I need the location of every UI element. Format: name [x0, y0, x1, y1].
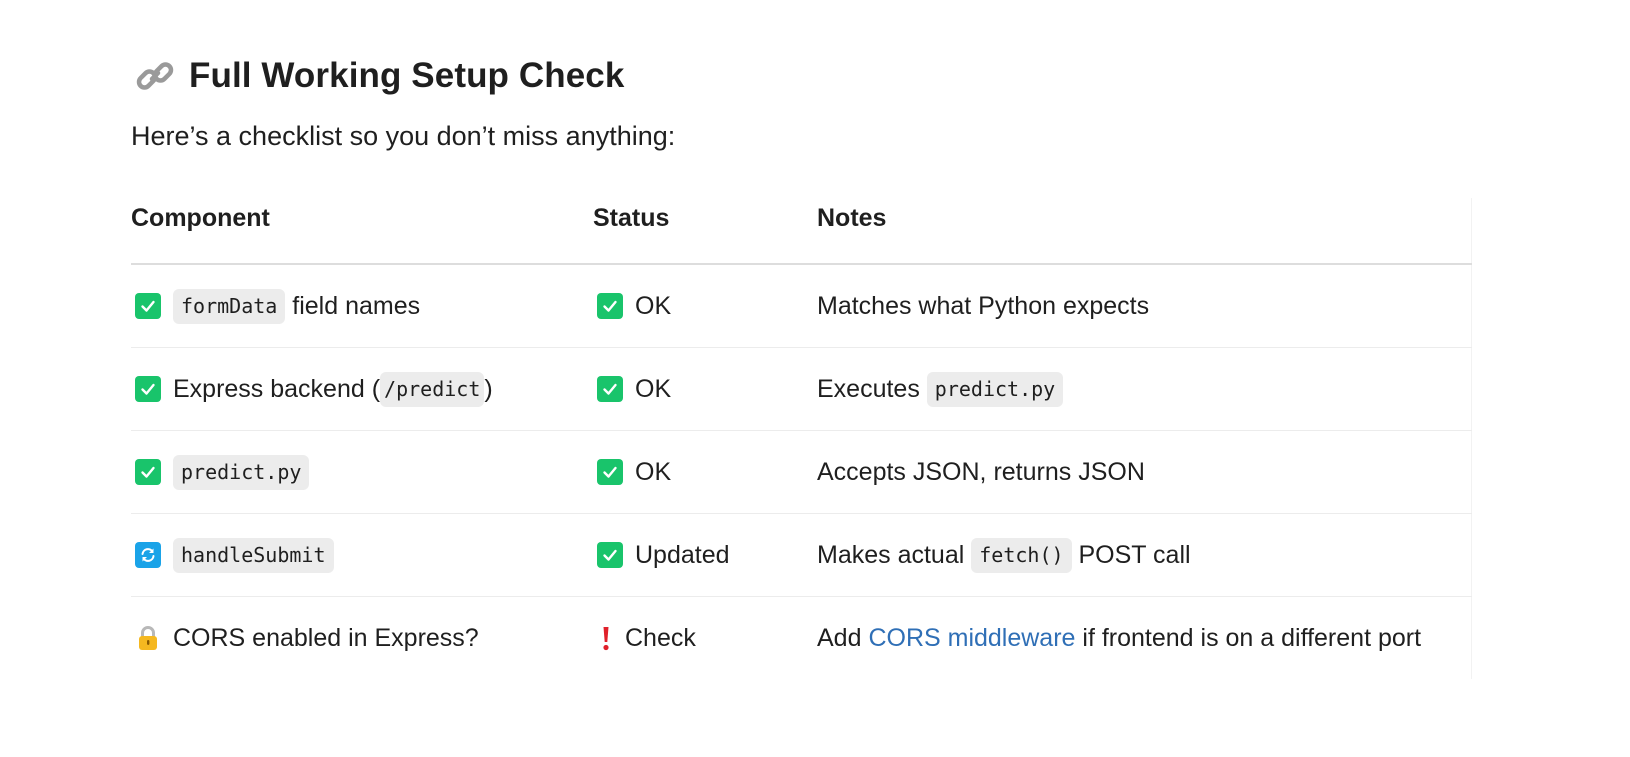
component-cell: CORS enabled in Express?: [131, 597, 593, 680]
code-snippet: handleSubmit: [173, 537, 334, 573]
notes-cell: Makes actual fetch() POST call: [817, 513, 1472, 597]
component-cell: handleSubmit: [131, 513, 593, 597]
status-text: OK: [635, 374, 672, 403]
checklist-table: Component Status Notes formData field na…: [131, 198, 1472, 679]
intro-text: Here’s a checklist so you don’t miss any…: [131, 121, 676, 151]
status-text: OK: [635, 457, 672, 486]
code-snippet: /predict: [380, 371, 485, 407]
status-cell: OK: [593, 264, 817, 348]
status-cell: Check: [593, 597, 817, 680]
table-header-row: Component Status Notes: [131, 198, 1472, 265]
check-icon: [597, 293, 623, 319]
exclamation-icon: [599, 625, 613, 651]
status-text: Updated: [635, 540, 730, 569]
component-text: Express backend (: [173, 374, 381, 403]
notes-text-suffix: POST call: [1071, 540, 1191, 569]
notes-text: Accepts JSON, returns JSON: [817, 457, 1145, 486]
link-icon: [135, 56, 175, 96]
check-icon: [135, 459, 161, 485]
code-snippet: fetch(): [971, 537, 1072, 573]
status-cell: OK: [593, 347, 817, 431]
check-icon: [135, 376, 161, 402]
status-text: OK: [635, 291, 672, 320]
notes-text-suffix: if frontend is on a different port: [1075, 623, 1422, 652]
check-icon: [597, 459, 623, 485]
status-cell: OK: [593, 430, 817, 514]
code-snippet: formData: [173, 288, 286, 324]
table-row: handleSubmit Updated Makes actual fetch(…: [131, 513, 1472, 597]
notes-text: Makes actual: [817, 540, 972, 569]
page-title: Full Working Setup Check: [189, 56, 625, 95]
table-row: predict.py OK Accepts JSON, returns JSON: [131, 430, 1472, 514]
lock-icon: [135, 625, 161, 651]
notes-text: Matches what Python expects: [817, 291, 1150, 320]
check-icon: [597, 542, 623, 568]
component-text-suffix: ): [484, 374, 493, 403]
message-content: Full Working Setup Check Here’s a checkl…: [131, 48, 1472, 679]
notes-cell: Add CORS middleware if frontend is on a …: [817, 596, 1472, 679]
check-icon: [135, 293, 161, 319]
table-row: CORS enabled in Express? Check Add CORS …: [131, 596, 1472, 680]
status-text: Check: [625, 623, 696, 652]
notes-text: Add: [817, 623, 869, 652]
column-header-notes: Notes: [817, 198, 1472, 265]
table-row: Express backend ( /predict ) OK Executes…: [131, 347, 1472, 431]
column-header-status: Status: [593, 198, 817, 265]
notes-cell: Accepts JSON, returns JSON: [817, 430, 1472, 514]
component-text: field names: [285, 291, 421, 320]
component-text: CORS enabled in Express?: [173, 623, 479, 652]
refresh-icon: [135, 542, 161, 568]
code-snippet: predict.py: [926, 371, 1064, 407]
table-row: formData field names OK Matches what Pyt…: [131, 264, 1472, 348]
component-cell: formData field names: [131, 264, 593, 348]
notes-cell: Matches what Python expects: [817, 264, 1472, 348]
column-header-component: Component: [131, 198, 593, 265]
check-icon: [597, 376, 623, 402]
component-cell: predict.py: [131, 430, 593, 514]
component-cell: Express backend ( /predict ): [131, 347, 593, 431]
code-snippet: predict.py: [173, 454, 310, 490]
notes-cell: Executes predict.py: [817, 347, 1472, 431]
status-cell: Updated: [593, 513, 817, 597]
notes-text: Executes: [817, 374, 927, 403]
section-heading: Full Working Setup Check: [131, 48, 1471, 104]
cors-middleware-link[interactable]: CORS middleware: [868, 624, 1075, 653]
